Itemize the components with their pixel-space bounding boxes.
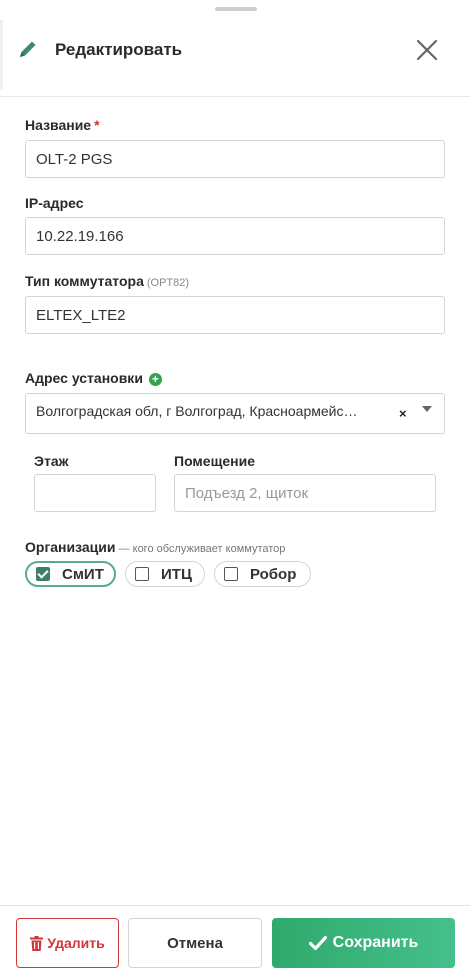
floor-label: Этаж (34, 453, 69, 469)
address-select[interactable]: Волгоградская обл, г Волгоград, Красноар… (25, 393, 445, 434)
org-chip-robor[interactable]: Робор (214, 561, 311, 587)
ip-input[interactable]: 10.22.19.166 (25, 217, 445, 255)
pencil-icon (20, 41, 36, 57)
switch-type-hint: (OPT82) (146, 277, 190, 289)
org-chip-label: Робор (250, 565, 297, 583)
delete-button[interactable]: Удалить (16, 918, 119, 968)
organizations-label: Организации — кого обслуживает коммутато… (25, 539, 285, 555)
address-label: Адрес установки + (25, 370, 162, 386)
address-label-text: Адрес установки (25, 370, 143, 386)
floor-input[interactable] (34, 474, 156, 512)
org-chip-itc[interactable]: ИТЦ (125, 561, 205, 587)
delete-button-label: Удалить (47, 935, 105, 951)
room-input-placeholder: Подъезд 2, щиток (185, 484, 309, 502)
name-label-text: Название (25, 117, 92, 133)
check-icon (308, 935, 327, 951)
add-address-icon[interactable]: + (148, 373, 162, 386)
address-select-value: Волгоградская обл, г Волгоград, Красноар… (36, 403, 358, 419)
room-label: Помещение (174, 453, 256, 469)
close-icon[interactable] (414, 37, 440, 63)
clear-icon[interactable]: × (399, 406, 407, 421)
name-label: Название * (25, 117, 100, 133)
cancel-button[interactable]: Отмена (128, 918, 262, 968)
organizations-hint: — кого обслуживает коммутатор (115, 543, 286, 555)
org-chip-smit[interactable]: СмИТ (25, 561, 116, 587)
required-mark: * (94, 117, 100, 133)
switch-type-label: Тип коммутатора (OPT82) (25, 273, 189, 289)
chevron-down-icon[interactable] (422, 406, 432, 412)
ip-input-value: 10.22.19.166 (36, 227, 124, 245)
ip-label: IP-адрес (25, 195, 84, 211)
room-input[interactable]: Подъезд 2, щиток (174, 474, 436, 512)
panel-header: Редактировать (0, 0, 470, 97)
footer-actions: Удалить Отмена Сохранить (0, 905, 470, 980)
switch-type-input[interactable]: ELTEX_LTE2 (25, 296, 445, 334)
trash-icon (30, 935, 44, 951)
panel-title: Редактировать (55, 40, 183, 59)
cancel-button-label: Отмена (167, 934, 223, 952)
switch-type-label-text: Тип коммутатора (25, 273, 144, 289)
name-input-value: OLT-2 PGS (36, 150, 113, 168)
checkbox-checked-icon[interactable] (36, 567, 50, 581)
save-button[interactable]: Сохранить (272, 918, 455, 968)
header-accent (0, 20, 3, 90)
org-chip-label: ИТЦ (161, 565, 192, 583)
name-input[interactable]: OLT-2 PGS (25, 140, 445, 178)
checkbox-icon[interactable] (135, 567, 149, 581)
org-chip-label: СмИТ (62, 565, 104, 583)
switch-type-input-value: ELTEX_LTE2 (36, 306, 126, 324)
checkbox-icon[interactable] (224, 567, 238, 581)
save-button-label: Сохранить (332, 934, 419, 951)
organizations-label-text: Организации (25, 539, 116, 555)
